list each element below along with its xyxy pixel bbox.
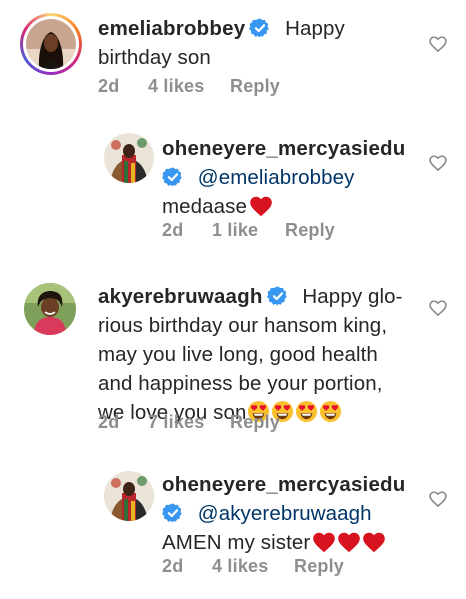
heart-eyes-emoji: [295, 400, 318, 423]
timestamp: 2d: [162, 220, 184, 240]
reply-comment: oheneyere_mercyasiedu @emeliabrobbey med…: [0, 110, 466, 256]
verified-badge-icon: [267, 285, 289, 307]
comment-text: Happy: [285, 17, 345, 40]
heart-outline-icon[interactable]: [428, 153, 448, 173]
heart-outline-icon[interactable]: [428, 34, 448, 54]
reply-button[interactable]: Reply: [285, 220, 335, 241]
comment-body: akyerebruwaagh Happy glo- rious birthday…: [98, 282, 418, 427]
red-heart-emoji: [337, 531, 361, 553]
likes-count[interactable]: 4 likes: [212, 556, 268, 577]
likes-count[interactable]: 1 like: [212, 220, 258, 241]
reply-button[interactable]: Reply: [230, 76, 280, 97]
likes-count[interactable]: 7 likes: [148, 412, 204, 433]
avatar[interactable]: [104, 133, 154, 183]
avatar[interactable]: [24, 283, 76, 335]
likes-count[interactable]: 4 likes: [148, 76, 204, 97]
username[interactable]: emeliabrobbey: [98, 17, 245, 40]
red-heart-emoji: [312, 531, 336, 553]
username[interactable]: akyerebruwaagh: [98, 285, 263, 308]
verified-badge-icon: [162, 166, 184, 188]
heart-eyes-emoji: [319, 400, 342, 423]
reply-comment: oheneyere_mercyasiedu @akyerebruwaagh AM…: [0, 440, 466, 599]
comment-text: may you live long, good health: [98, 343, 378, 366]
avatar[interactable]: [104, 471, 154, 521]
comment-text: medaase: [162, 195, 248, 218]
mention-link[interactable]: @emeliabrobbey: [198, 166, 355, 189]
heart-outline-icon[interactable]: [428, 298, 448, 318]
comment: akyerebruwaagh Happy glo- rious birthday…: [0, 256, 466, 440]
comment: emeliabrobbey Happy birthday son 2d 4 li…: [0, 0, 466, 110]
comment-text: rious birthday our hansom king,: [98, 314, 388, 337]
timestamp: 2d: [98, 412, 120, 432]
mention-link[interactable]: @akyerebruwaagh: [198, 502, 372, 525]
red-heart-emoji: [362, 531, 386, 553]
comment-text: birthday son: [98, 46, 211, 69]
red-heart-emoji: [249, 195, 273, 217]
timestamp: 2d: [162, 556, 184, 576]
timestamp: 2d: [98, 76, 120, 96]
heart-outline-icon[interactable]: [428, 489, 448, 509]
comment-body: oheneyere_mercyasiedu @emeliabrobbey med…: [162, 134, 422, 221]
comment-text: Happy glo-: [302, 285, 403, 308]
comment-body: oheneyere_mercyasiedu @akyerebruwaagh AM…: [162, 470, 422, 557]
verified-badge-icon: [162, 502, 184, 524]
avatar[interactable]: [26, 19, 76, 69]
comment-text: and happiness be your portion,: [98, 372, 383, 395]
verified-badge-icon: [249, 17, 271, 39]
username[interactable]: oheneyere_mercyasiedu: [162, 473, 406, 496]
username[interactable]: oheneyere_mercyasiedu: [162, 137, 406, 160]
comment-body: emeliabrobbey Happy birthday son: [98, 14, 418, 72]
comment-text: AMEN my sister: [162, 531, 311, 554]
reply-button[interactable]: Reply: [230, 412, 280, 433]
reply-button[interactable]: Reply: [294, 556, 344, 577]
